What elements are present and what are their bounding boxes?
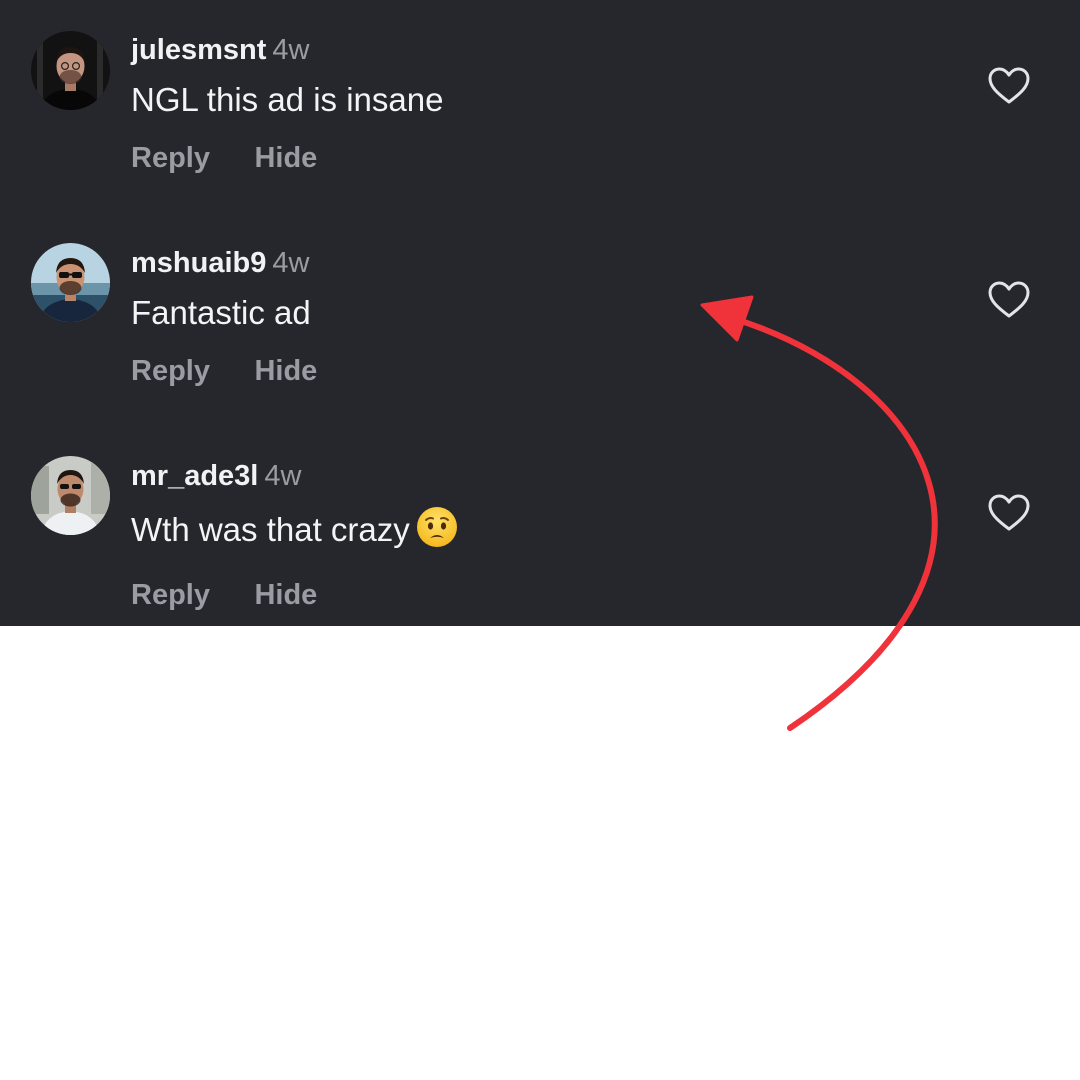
heart-outline-icon[interactable] (986, 491, 1032, 537)
avatar[interactable] (31, 456, 110, 535)
hide-button[interactable]: Hide (254, 575, 317, 615)
reply-button[interactable]: Reply (131, 138, 210, 178)
worried-face-emoji (416, 506, 458, 557)
comment-text: Wth was that crazy (131, 506, 458, 557)
comments-panel: julesmsnt 4w NGL this ad is insane Reply … (0, 0, 1080, 626)
comment-body: julesmsnt 4w NGL this ad is insane Reply … (131, 30, 443, 178)
comment-username[interactable]: mr_ade3l (131, 460, 258, 492)
comment-meta: julesmsnt 4w (131, 30, 443, 70)
hide-button[interactable]: Hide (254, 138, 317, 178)
comment-actions: Reply Hide (131, 575, 458, 615)
avatar[interactable] (31, 31, 110, 110)
avatar-photo (31, 31, 110, 110)
comment-meta: mr_ade3l 4w (131, 456, 458, 496)
hide-button[interactable]: Hide (254, 351, 317, 391)
comment-text: Fantastic ad (131, 294, 311, 331)
comment-username[interactable]: julesmsnt (131, 34, 266, 66)
reply-button[interactable]: Reply (131, 351, 210, 391)
avatar-photo (31, 456, 110, 535)
comment-body: mr_ade3l 4w Wth was that crazy Reply Hid… (131, 456, 458, 615)
comment-time: 4w (264, 460, 302, 492)
screenshot-canvas: julesmsnt 4w NGL this ad is insane Reply … (0, 0, 1080, 1080)
reply-button[interactable]: Reply (131, 575, 210, 615)
comment-item: mshuaib9 4w Fantastic ad Reply Hide (0, 217, 1080, 430)
comment-text: NGL this ad is insane (131, 81, 444, 118)
comment-meta: mshuaib9 4w (131, 243, 317, 283)
comment-time: 4w (272, 247, 310, 279)
comment-actions: Reply Hide (131, 351, 317, 391)
heart-outline-icon[interactable] (986, 64, 1032, 110)
avatar[interactable] (31, 243, 110, 322)
comment-item: mr_ade3l 4w Wth was that crazy Reply Hid… (0, 430, 1080, 643)
comment-text-content: Wth was that crazy (131, 511, 410, 548)
comment-time: 4w (272, 34, 310, 66)
heart-outline-icon[interactable] (986, 278, 1032, 324)
comment-username[interactable]: mshuaib9 (131, 247, 266, 279)
comment-item: julesmsnt 4w NGL this ad is insane Reply … (0, 4, 1080, 217)
comment-actions: Reply Hide (131, 138, 443, 178)
avatar-photo (31, 243, 110, 322)
comment-body: mshuaib9 4w Fantastic ad Reply Hide (131, 243, 317, 391)
